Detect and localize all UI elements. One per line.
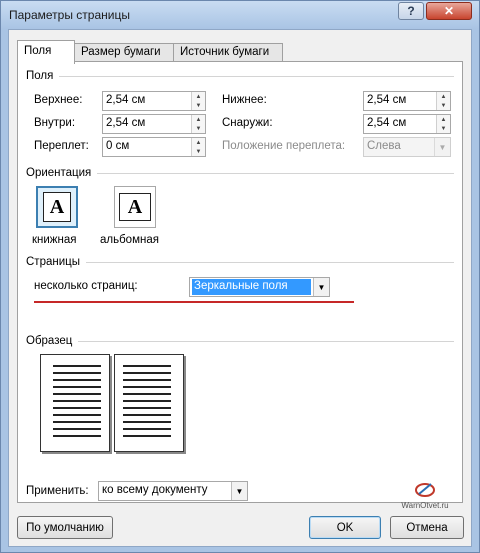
top-margin-value: 2,54 см bbox=[106, 94, 146, 106]
outside-margin-label: Снаружи: bbox=[222, 117, 273, 129]
red-underline-annotation bbox=[34, 301, 354, 303]
landscape-label[interactable]: альбомная bbox=[100, 234, 159, 246]
gutter-label: Переплет: bbox=[34, 140, 89, 152]
spin-up-icon[interactable]: ▲ bbox=[437, 92, 450, 101]
margins-section-title: Поля bbox=[26, 70, 54, 82]
spin-up-icon[interactable]: ▲ bbox=[192, 92, 205, 101]
inside-margin-label: Внутри: bbox=[34, 117, 76, 129]
spin-up-icon[interactable]: ▲ bbox=[192, 115, 205, 124]
spinner-arrows[interactable]: ▲ ▼ bbox=[436, 92, 450, 110]
chevron-down-icon[interactable]: ▼ bbox=[313, 278, 329, 296]
gutter-value: 0 см bbox=[106, 140, 130, 152]
apply-to-value: ко всему документу bbox=[102, 484, 208, 496]
spin-down-icon[interactable]: ▼ bbox=[437, 124, 450, 133]
top-margin-label: Верхнее: bbox=[34, 94, 83, 106]
spin-down-icon[interactable]: ▼ bbox=[192, 101, 205, 110]
inside-margin-value: 2,54 см bbox=[106, 117, 146, 129]
preview-right-page bbox=[114, 354, 184, 452]
logo-icon bbox=[415, 483, 435, 497]
orientation-section-header: Ориентация bbox=[26, 166, 454, 180]
spin-up-icon[interactable]: ▲ bbox=[192, 138, 205, 147]
apply-to-select[interactable]: ко всему документу ▼ bbox=[98, 481, 248, 501]
page-setup-dialog: Параметры страницы ? ✕ Поля Размер бумаг… bbox=[0, 0, 480, 553]
close-button[interactable]: ✕ bbox=[426, 2, 472, 20]
title-bar: Параметры страницы ? ✕ bbox=[1, 1, 479, 29]
inside-margin-spinner[interactable]: 2,54 см ▲ ▼ bbox=[102, 114, 206, 134]
chevron-down-icon: ▼ bbox=[434, 138, 450, 156]
set-as-default-button[interactable]: По умолчанию bbox=[17, 516, 113, 539]
gutter-position-label: Положение переплета: bbox=[222, 140, 346, 152]
section-divider bbox=[86, 261, 454, 263]
section-divider bbox=[78, 340, 454, 342]
apply-to-label: Применить: bbox=[26, 485, 89, 497]
orientation-section-title: Ориентация bbox=[26, 167, 92, 179]
portrait-button[interactable]: A bbox=[36, 186, 78, 228]
bottom-margin-label: Нижнее: bbox=[222, 94, 267, 106]
dialog-body: Поля Размер бумаги Источник бумаги Поля … bbox=[8, 29, 472, 547]
outside-margin-spinner[interactable]: 2,54 см ▲ ▼ bbox=[363, 114, 451, 134]
watermark: WarnOtvet.ru bbox=[400, 480, 450, 510]
preview-left-page bbox=[40, 354, 110, 452]
pages-section-title: Страницы bbox=[26, 256, 80, 268]
preview-section-header: Образец bbox=[26, 334, 454, 348]
cancel-button[interactable]: Отмена bbox=[390, 516, 464, 539]
landscape-page-icon: A bbox=[119, 193, 151, 221]
margins-tab-page: Поля Верхнее: 2,54 см ▲ ▼ Нижнее: 2,54 см… bbox=[17, 61, 463, 510]
tab-margins[interactable]: Поля bbox=[17, 40, 75, 64]
ok-button[interactable]: OK bbox=[309, 516, 381, 539]
tab-paper-source[interactable]: Источник бумаги bbox=[173, 43, 283, 63]
spinner-arrows[interactable]: ▲ ▼ bbox=[191, 92, 205, 110]
pages-section-header: Страницы bbox=[26, 255, 454, 269]
spinner-arrows[interactable]: ▲ ▼ bbox=[436, 115, 450, 133]
spinner-arrows[interactable]: ▲ ▼ bbox=[191, 115, 205, 133]
multiple-pages-value: Зеркальные поля bbox=[192, 279, 311, 295]
portrait-page-icon: A bbox=[43, 192, 71, 222]
spinner-arrows[interactable]: ▲ ▼ bbox=[191, 138, 205, 156]
chevron-down-icon[interactable]: ▼ bbox=[231, 482, 247, 500]
window-title: Параметры страницы bbox=[9, 8, 130, 22]
watermark-text: WarnOtvet.ru bbox=[401, 501, 449, 510]
multiple-pages-select[interactable]: Зеркальные поля ▼ bbox=[189, 277, 330, 297]
outside-margin-value: 2,54 см bbox=[367, 117, 407, 129]
preview-section-title: Образец bbox=[26, 335, 73, 347]
gutter-position-value: Слева bbox=[367, 140, 401, 152]
help-button[interactable]: ? bbox=[398, 2, 424, 20]
bottom-margin-value: 2,54 см bbox=[367, 94, 407, 106]
section-divider bbox=[59, 75, 454, 77]
section-divider bbox=[97, 172, 454, 174]
spin-down-icon[interactable]: ▼ bbox=[192, 124, 205, 133]
tab-paper-size[interactable]: Размер бумаги bbox=[74, 43, 174, 63]
multiple-pages-label: несколько страниц: bbox=[34, 280, 138, 292]
spin-down-icon[interactable]: ▼ bbox=[192, 147, 205, 156]
bottom-margin-spinner[interactable]: 2,54 см ▲ ▼ bbox=[363, 91, 451, 111]
top-margin-spinner[interactable]: 2,54 см ▲ ▼ bbox=[102, 91, 206, 111]
margins-section-header: Поля bbox=[26, 69, 454, 83]
landscape-button[interactable]: A bbox=[114, 186, 156, 228]
portrait-label[interactable]: книжная bbox=[32, 234, 76, 246]
gutter-spinner[interactable]: 0 см ▲ ▼ bbox=[102, 137, 206, 157]
gutter-position-select: Слева ▼ bbox=[363, 137, 451, 157]
spin-down-icon[interactable]: ▼ bbox=[437, 101, 450, 110]
spin-up-icon[interactable]: ▲ bbox=[437, 115, 450, 124]
